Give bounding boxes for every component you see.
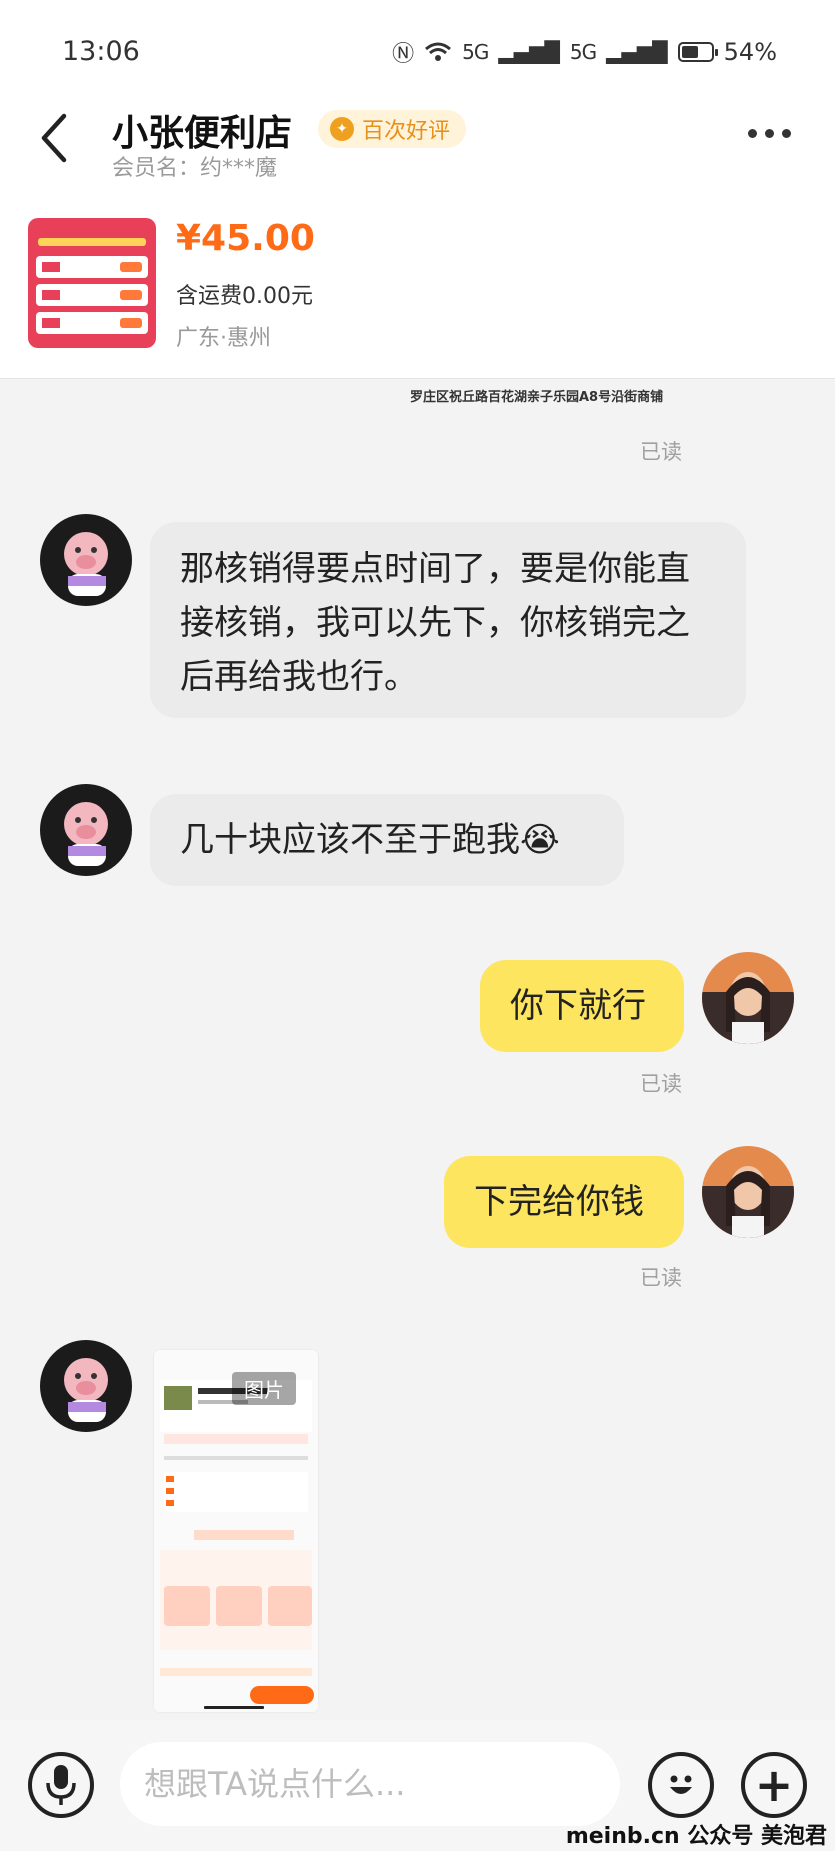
address-strip: 罗庄区祝丘路百花湖亲子乐园A8号沿街商铺 (410, 390, 664, 405)
product-thumbnail[interactable] (28, 218, 156, 348)
voice-button[interactable] (28, 1752, 94, 1818)
rating-badge: ✦ 百次好评 (318, 110, 467, 148)
message-input[interactable] (120, 1742, 620, 1826)
more-options-button[interactable] (739, 120, 799, 146)
header-divider (0, 378, 835, 379)
product-price: ¥45.00 (176, 218, 315, 259)
signal-2-icon: ▂▄▆█ (606, 40, 668, 64)
read-receipt: 已读 (640, 440, 682, 464)
read-receipt: 已读 (640, 1072, 682, 1096)
nfc-icon: Ⓝ (392, 42, 415, 67)
emoji-button[interactable] (648, 1752, 714, 1818)
microphone-icon (46, 1765, 76, 1805)
self-avatar[interactable] (702, 952, 794, 1044)
smiley-icon (670, 1775, 692, 1794)
shop-name: 小张便利店 (112, 113, 293, 154)
badge-label: 百次好评 (362, 119, 451, 144)
message-bubble-self: 下完给你钱 (444, 1156, 684, 1248)
status-icons: Ⓝ 5G ▂▄▆█ 5G ▂▄▆█ 54% (392, 36, 777, 68)
pig-avatar-icon (40, 784, 132, 876)
peer-avatar[interactable] (40, 1340, 132, 1432)
top-panel: 13:06 Ⓝ 5G ▂▄▆█ 5G ▂▄▆█ 54% 小张便利店 ✦ 百次好评… (0, 0, 835, 378)
dot-icon (781, 128, 791, 138)
dot-icon (764, 128, 774, 138)
status-time: 13:06 (62, 36, 140, 67)
pig-avatar-icon (40, 514, 132, 606)
badge-icon: ✦ (330, 117, 354, 141)
member-name: 会员名：约***魔 (112, 156, 278, 181)
self-avatar[interactable] (702, 1146, 794, 1238)
battery-icon (677, 42, 718, 62)
image-tag: 图片 (232, 1372, 296, 1405)
peer-avatar[interactable] (40, 784, 132, 876)
pig-avatar-icon (40, 1340, 132, 1432)
message-bubble-self: 你下就行 (480, 960, 684, 1052)
watermark: meinb.cn 公众号 美泡君 (565, 1824, 827, 1849)
product-shipping: 含运费0.00元 (176, 284, 313, 309)
peer-avatar[interactable] (40, 514, 132, 606)
product-location: 广东·惠州 (176, 326, 271, 351)
profile-photo-icon (702, 952, 794, 1044)
profile-photo-icon (702, 1146, 794, 1238)
product-image (28, 218, 156, 348)
dot-icon (747, 128, 757, 138)
battery-percent: 54% (723, 38, 777, 66)
message-bubble-peer: 那核销得要点时间了，要是你能直接核销，我可以先下，你核销完之后再给我也行。 (150, 522, 746, 718)
wifi-icon (425, 42, 452, 61)
read-receipt: 已读 (640, 1266, 682, 1290)
signal-1-icon: ▂▄▆█ (498, 40, 560, 64)
status-bar: 13:06 Ⓝ 5G ▂▄▆█ 5G ▂▄▆█ 54% (0, 0, 835, 100)
signal-1-label: 5G (462, 40, 489, 64)
chevron-left-icon (41, 113, 67, 163)
add-attachment-button[interactable]: + (741, 1752, 807, 1818)
message-bubble-peer: 几十块应该不至于跑我😭 (150, 794, 624, 886)
plus-icon: + (754, 1758, 794, 1812)
signal-2-label: 5G (569, 40, 597, 64)
back-button[interactable] (36, 110, 76, 166)
